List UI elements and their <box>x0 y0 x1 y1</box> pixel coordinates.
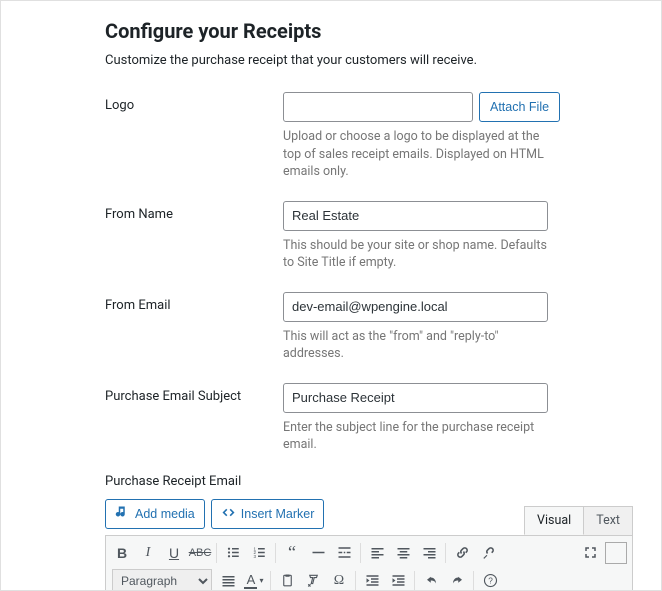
svg-text:?: ? <box>488 577 493 586</box>
numbered-list-button[interactable]: 123 <box>246 540 272 566</box>
special-char-button[interactable]: Ω <box>326 568 352 591</box>
from-email-help: This will act as the "from" and "reply-t… <box>283 328 553 363</box>
toolbar-toggle-button[interactable] <box>605 542 627 564</box>
bold-button[interactable]: B <box>109 540 135 566</box>
align-left-button[interactable] <box>364 540 390 566</box>
attach-file-button[interactable]: Attach File <box>479 92 560 122</box>
from-name-label: From Name <box>105 201 283 222</box>
field-logo: Logo Attach File Upload or choose a logo… <box>105 92 633 181</box>
unlink-button[interactable] <box>475 540 501 566</box>
strike-button[interactable]: ABC <box>187 540 213 566</box>
from-name-help: This should be your site or shop name. D… <box>283 237 553 272</box>
underline-button[interactable]: U <box>161 540 187 566</box>
outdent-button[interactable] <box>359 568 385 591</box>
add-media-button[interactable]: Add media <box>105 499 205 529</box>
editor-toolbar: B I U ABC 123 “ <box>105 535 633 591</box>
subject-input[interactable] <box>283 383 548 413</box>
page-subtitle: Customize the purchase receipt that your… <box>105 53 633 68</box>
hr-button[interactable] <box>305 540 331 566</box>
undo-button[interactable] <box>418 568 444 591</box>
from-email-label: From Email <box>105 292 283 313</box>
paste-button[interactable] <box>274 568 300 591</box>
indent-button[interactable] <box>385 568 411 591</box>
field-from-name: From Name This should be your site or sh… <box>105 201 633 272</box>
help-button[interactable]: ? <box>477 568 503 591</box>
tab-visual[interactable]: Visual <box>524 506 584 535</box>
insert-marker-button[interactable]: Insert Marker <box>211 499 325 529</box>
settings-panel: Configure your Receipts Customize the pu… <box>0 0 662 591</box>
textcolor-button[interactable]: A▾ <box>241 568 267 591</box>
add-media-label: Add media <box>135 507 195 521</box>
justify-button[interactable] <box>215 568 241 591</box>
svg-text:3: 3 <box>253 554 256 559</box>
logo-label: Logo <box>105 92 283 113</box>
insert-marker-label: Insert Marker <box>241 507 315 521</box>
code-icon <box>221 505 236 523</box>
from-name-input[interactable] <box>283 201 548 231</box>
readmore-button[interactable] <box>331 540 357 566</box>
format-select[interactable]: Paragraph <box>112 569 212 591</box>
editor-section-label: Purchase Receipt Email <box>105 474 633 489</box>
align-center-button[interactable] <box>390 540 416 566</box>
blockquote-button[interactable]: “ <box>279 540 305 566</box>
redo-button[interactable] <box>444 568 470 591</box>
bullet-list-button[interactable] <box>220 540 246 566</box>
from-email-input[interactable] <box>283 292 548 322</box>
link-button[interactable] <box>449 540 475 566</box>
italic-button[interactable]: I <box>135 540 161 566</box>
tab-text[interactable]: Text <box>583 506 633 535</box>
music-note-icon <box>115 505 130 523</box>
fullscreen-button[interactable] <box>577 540 603 566</box>
page-title: Configure your Receipts <box>105 19 633 43</box>
logo-input[interactable] <box>283 92 473 122</box>
field-subject: Purchase Email Subject Enter the subject… <box>105 383 633 454</box>
align-right-button[interactable] <box>416 540 442 566</box>
field-from-email: From Email This will act as the "from" a… <box>105 292 633 363</box>
clear-format-button[interactable] <box>300 568 326 591</box>
subject-label: Purchase Email Subject <box>105 383 283 404</box>
subject-help: Enter the subject line for the purchase … <box>283 419 553 454</box>
logo-help: Upload or choose a logo to be displayed … <box>283 128 553 181</box>
